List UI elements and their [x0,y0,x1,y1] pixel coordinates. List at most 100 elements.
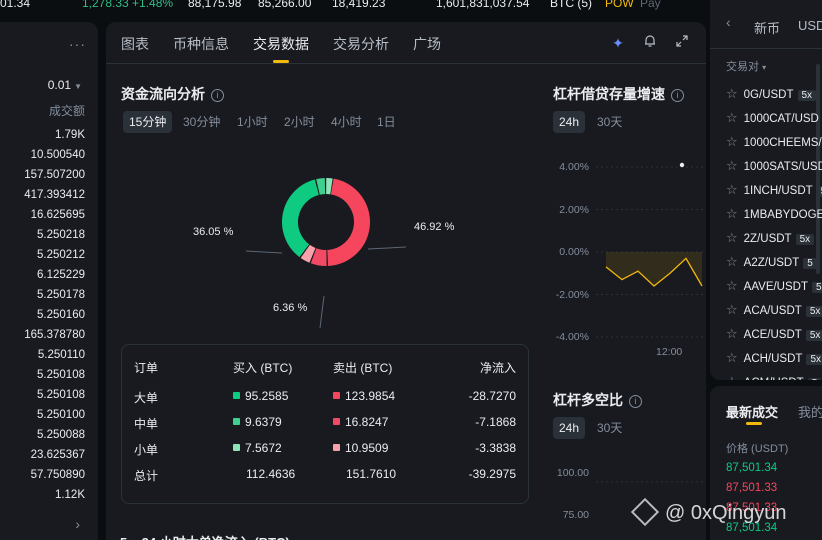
star-icon[interactable]: ☆ [726,374,738,380]
col-buy: 买入 (BTC) [233,361,293,375]
star-icon[interactable]: ☆ [726,350,738,365]
ls-period-24h[interactable]: 24h [553,417,586,439]
star-icon[interactable]: ☆ [726,86,738,101]
active-tab-indicator [746,422,762,425]
price-step-value: 0.01 [47,78,72,92]
tab-my-trades[interactable]: 我的 [798,402,822,421]
leverage-growth-chart [596,162,706,338]
pair-row[interactable]: ☆ ACH/USDT 5x [726,350,822,366]
period-15m[interactable]: 15分钟 [123,111,173,133]
info-icon[interactable]: i [629,395,642,408]
pair-row[interactable]: ☆ 0G/USDT 5x [726,86,817,102]
info-icon[interactable]: i [671,89,684,102]
pair-row[interactable]: ☆ 1MBABYDOGE [726,206,822,222]
pair-row[interactable]: ☆ 1000CHEEMS/ [726,134,822,150]
divider [710,48,822,49]
ticker-price: 01.34 [0,0,31,10]
ticker-pay[interactable]: Pay [640,0,661,10]
pair-row[interactable]: ☆ ACA/USDT 5x [726,302,822,318]
row-buy-value: 95.2585 [245,389,289,403]
turnover-value: 1.12K [54,489,85,501]
leverage-period-30d[interactable]: 30天 [591,111,628,133]
ai-sparkle-icon[interactable]: ✦ [609,34,627,52]
market-tab-usd[interactable]: USD [798,18,822,33]
row-sell-value: 123.9854 [345,389,396,403]
star-icon[interactable]: ☆ [726,278,738,293]
leverage-growth-title-text: 杠杆借贷存量增速 [553,86,665,102]
chevron-right-icon[interactable]: › [75,516,80,532]
row-sell-value: 10.9509 [345,441,389,455]
turnover-column-header: 成交额 [48,104,85,118]
more-menu-icon[interactable]: ··· [69,36,86,52]
long-short-chart [596,481,706,483]
pair-row[interactable]: ☆ 1000SATS/USD [726,158,822,174]
row-sell-value: 151.7610 [346,467,397,481]
period-1h[interactable]: 1小时 [231,111,274,133]
trade-price: 87,501.34 [726,462,778,474]
sort-icon: ▾ [762,63,767,72]
star-icon[interactable]: ☆ [726,206,738,221]
period-30m[interactable]: 30分钟 [177,111,226,133]
caret-down-icon: ▼ [74,82,82,91]
expand-icon[interactable] [673,34,691,52]
tab-latest-trades[interactable]: 最新成交 [726,402,778,421]
period-4h[interactable]: 4小时 [325,111,368,133]
back-icon[interactable]: ‹ [726,14,731,30]
star-icon[interactable]: ☆ [726,158,738,173]
ticker-turnover: 1,601,831,037.54 [436,0,530,10]
row-buy-value: 9.6379 [245,415,282,429]
row-net: -28.7270 [468,389,516,403]
net-inflow-title: 5 x 24 小时大单净流入 (BTC) [120,532,290,540]
ls-period-30d[interactable]: 30天 [591,417,628,439]
pair-name: 1INCH/USDT [743,185,813,197]
period-1d[interactable]: 1日 [371,111,402,133]
pie-leader-line [367,246,407,250]
pair-header[interactable]: 交易对 ▾ [726,58,766,74]
price-step-select[interactable]: 0.01 ▼ [48,78,82,92]
star-icon[interactable]: ☆ [726,182,738,197]
row-type: 总计 [134,469,159,483]
star-icon[interactable]: ☆ [726,110,738,125]
star-icon[interactable]: ☆ [726,302,738,317]
leverage-badge: 5x [816,186,822,197]
tab-square[interactable]: 广场 [413,34,441,54]
pair-row[interactable]: ☆ AAVE/USDT 5 [726,278,822,294]
long-short-title: 杠杆多空比 i [553,390,642,410]
star-icon[interactable]: ☆ [726,230,738,245]
tab-trading-analysis[interactable]: 交易分析 [333,34,389,54]
pair-row[interactable]: ☆ ACM/USDT5 [726,374,822,380]
pie-leader-line [245,250,283,254]
turnover-value: 16.625695 [30,209,85,221]
pair-header-text: 交易对 [726,61,759,73]
y-tick: 100.00 [556,467,589,479]
info-icon[interactable]: i [211,89,224,102]
star-icon[interactable]: ☆ [726,326,738,341]
tab-trading-data[interactable]: 交易数据 [253,34,309,54]
turnover-value: 157.507200 [24,169,85,181]
bell-icon[interactable] [641,34,659,52]
tab-chart[interactable]: 图表 [121,34,149,54]
pair-name: 1MBABYDOGE [743,209,822,221]
ticker-chain[interactable]: BTC (5) [550,0,592,10]
market-tab-new[interactable]: 新币 [754,18,780,37]
ticker-tag[interactable]: POW [605,0,634,10]
y-tick: -4.00% [555,331,589,343]
row-buy-value: 7.5672 [245,441,282,455]
leverage-period-24h[interactable]: 24h [553,111,586,133]
pair-row[interactable]: ☆ ACE/USDT 5x [726,326,822,342]
pair-row[interactable]: ☆ 2Z/USDT 5x [726,230,815,246]
star-icon[interactable]: ☆ [726,134,738,149]
star-icon[interactable]: ☆ [726,254,738,269]
pair-row[interactable]: ☆ 1000CAT/USD [726,110,819,126]
sell-swatch [333,418,340,425]
period-2h[interactable]: 2小时 [278,111,321,133]
sell-swatch [333,392,340,399]
pair-name: ACM/USDT [744,377,804,380]
turnover-value: 5.250088 [37,429,85,441]
pair-row[interactable]: ☆ A2Z/USDT 5 [726,254,817,270]
tab-coin-info[interactable]: 币种信息 [173,34,229,54]
watermark: @ 0xQingyun [630,497,786,527]
pair-row[interactable]: ☆ 1INCH/USDT5x [726,182,822,198]
leverage-badge: 5x [795,234,815,245]
pie-label-buy: 36.05 % [193,226,234,238]
